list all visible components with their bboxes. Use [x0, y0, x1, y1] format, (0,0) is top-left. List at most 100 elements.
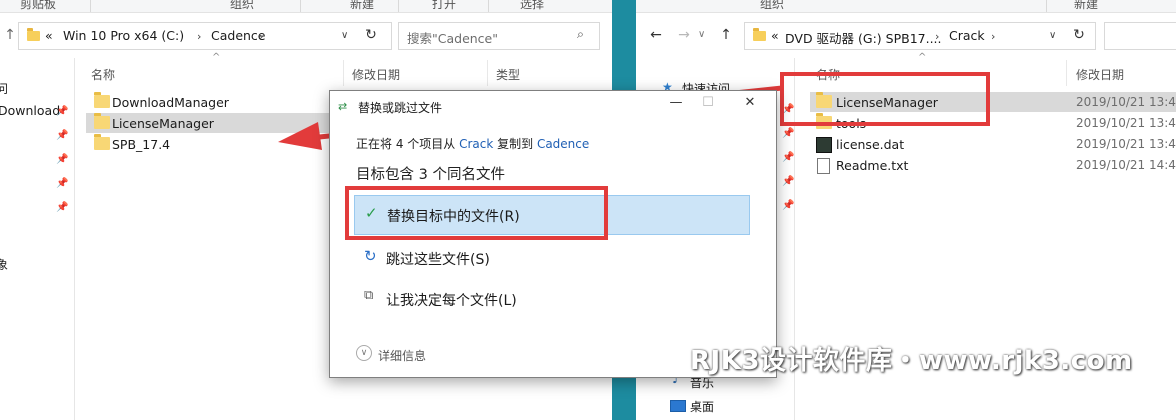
sidebar-item-objects[interactable]: 象	[0, 256, 8, 273]
highlight-box	[345, 186, 608, 240]
breadcrumb-chevron-icon[interactable]: ›	[991, 30, 995, 43]
right-navigation-bar: ← → ∨ ↑ « DVD 驱动器 (G:) SPB17.... › Crack…	[636, 13, 1176, 57]
ribbon-separator	[90, 0, 91, 12]
skip-files-option[interactable]: ↻ 跳过这些文件(S)	[354, 239, 748, 277]
file-name: LicenseManager	[112, 116, 214, 131]
history-dropdown-icon[interactable]: ∨	[1049, 30, 1056, 41]
right-address-bar[interactable]: « DVD 驱动器 (G:) SPB17.... › Crack › ∨ ↻	[744, 22, 1096, 50]
source-folder-link[interactable]: Crack	[459, 137, 493, 151]
progress-prefix: 正在将 4 个项目从	[356, 137, 460, 151]
recent-dropdown-icon[interactable]: ∨	[698, 29, 705, 40]
file-name: SPB_17.4	[112, 137, 171, 152]
expand-details-icon[interactable]: ∨	[356, 345, 372, 361]
breadcrumb-drive[interactable]: DVD 驱动器 (G:) SPB17....	[785, 28, 942, 47]
pin-icon[interactable]: 📌	[56, 178, 68, 189]
ribbon-separator	[300, 0, 301, 12]
folder-icon	[94, 113, 110, 129]
breadcrumb-chevron-icon[interactable]: ›	[259, 30, 263, 43]
address-overflow[interactable]: «	[45, 28, 53, 43]
breadcrumb-cadence[interactable]: Cadence	[211, 28, 266, 43]
ribbon-select[interactable]: 选择	[520, 0, 544, 12]
progress-middle: 复制到	[493, 137, 537, 151]
folder-icon	[94, 92, 110, 108]
up-arrow-icon[interactable]: ↑	[2, 27, 18, 43]
back-arrow-icon[interactable]: ←	[648, 27, 664, 43]
file-name: license.dat	[836, 137, 905, 152]
arrow-head	[278, 122, 322, 150]
highlight-box	[780, 72, 990, 126]
left-address-bar[interactable]: « Win 10 Pro x64 (C:) › Cadence › ∨ ↻	[18, 22, 392, 50]
search-input[interactable]: 搜索"Cadence" ⌕	[398, 22, 600, 50]
sidebar-item-download[interactable]: Download	[0, 103, 60, 118]
left-sidebar: 问 Download 📌 📌 📌 📌 📌 象	[0, 58, 75, 420]
breadcrumb-chevron-icon[interactable]: ›	[197, 30, 201, 43]
search-input[interactable]	[1104, 22, 1176, 50]
decide-each-option[interactable]: ⧉ 让我决定每个文件(L)	[354, 280, 748, 318]
sidebar-divider	[74, 58, 75, 420]
left-navigation-bar: ↑ « Win 10 Pro x64 (C:) › Cadence › ∨ ↻ …	[0, 13, 612, 57]
decide-icon: ⧉	[364, 288, 374, 303]
ribbon-separator	[398, 0, 399, 12]
ribbon-clipboard[interactable]: 剪贴板	[20, 0, 56, 12]
skip-icon: ↻	[364, 247, 377, 265]
search-placeholder: 搜索"Cadence"	[407, 31, 498, 46]
text-file-icon	[817, 158, 830, 174]
desktop-icon	[670, 400, 686, 412]
close-icon[interactable]: ✕	[740, 95, 760, 110]
breadcrumb-drive[interactable]: Win 10 Pro x64 (C:)	[63, 28, 184, 43]
decide-each-label: 让我决定每个文件(L)	[386, 293, 517, 309]
file-row[interactable]: Readme.txt 2019/10/21 14:40	[810, 155, 1176, 175]
pin-icon[interactable]: 📌	[56, 130, 68, 141]
breadcrumb-crack[interactable]: Crack	[949, 28, 985, 43]
pin-icon[interactable]: 📌	[56, 154, 68, 165]
forward-arrow-icon[interactable]: →	[676, 27, 692, 43]
sort-up-icon: ^	[212, 52, 221, 63]
pin-icon[interactable]: 📌	[782, 152, 794, 163]
pin-icon[interactable]: 📌	[782, 200, 794, 211]
ribbon-separator	[1046, 0, 1047, 12]
dialog-title: 替换或跳过文件	[358, 101, 443, 115]
more-details-link[interactable]: 详细信息	[378, 347, 426, 364]
pin-icon[interactable]: 📌	[56, 106, 68, 117]
file-date: 2019/10/21 14:40	[1076, 158, 1176, 172]
search-icon[interactable]: ⌕	[577, 26, 584, 42]
license-file-icon	[816, 137, 832, 153]
maximize-icon[interactable]: ☐	[698, 95, 718, 110]
column-separator[interactable]	[1066, 60, 1067, 86]
file-name: DownloadManager	[112, 95, 229, 110]
watermark-text: RJK3设计软件库・www.rjk3.com	[690, 346, 1133, 376]
file-date: 2019/10/21 13:41	[1076, 137, 1176, 151]
ribbon-organize[interactable]: 组织	[230, 0, 254, 12]
conflict-heading: 目标包含 3 个同名文件	[356, 167, 505, 183]
sort-up-icon: ^	[918, 52, 927, 63]
file-name: Readme.txt	[836, 158, 909, 173]
file-date: 2019/10/21 13:42	[1076, 116, 1176, 130]
refresh-icon[interactable]: ↻	[1071, 27, 1087, 43]
history-dropdown-icon[interactable]: ∨	[341, 30, 348, 41]
copy-icon: ⇄	[338, 100, 348, 113]
folder-icon	[753, 28, 766, 41]
destination-folder-link[interactable]: Cadence	[537, 137, 589, 151]
address-overflow[interactable]: «	[771, 28, 779, 43]
ribbon-open[interactable]: 打开	[432, 0, 456, 12]
column-modified[interactable]: 修改日期	[1076, 66, 1124, 83]
file-row[interactable]: license.dat 2019/10/21 13:41	[810, 134, 1176, 154]
left-ribbon: 剪贴板 组织 新建 打开 选择	[0, 0, 612, 13]
ribbon-separator	[488, 0, 489, 12]
up-arrow-icon[interactable]: ↑	[718, 27, 734, 43]
sidebar-item-desktop[interactable]: 桌面	[690, 398, 714, 415]
ribbon-new[interactable]: 新建	[1074, 0, 1098, 12]
pin-icon[interactable]: 📌	[782, 176, 794, 187]
ribbon-organize[interactable]: 组织	[760, 0, 784, 12]
sidebar-item-quick-access[interactable]: 问	[0, 80, 8, 97]
refresh-icon[interactable]: ↻	[363, 27, 379, 43]
minimize-icon[interactable]: —	[666, 95, 686, 110]
folder-icon	[27, 28, 40, 41]
column-name[interactable]: 名称	[91, 66, 115, 83]
breadcrumb-chevron-icon[interactable]: ›	[935, 30, 939, 43]
pin-icon[interactable]: 📌	[56, 202, 68, 213]
ribbon-new[interactable]: 新建	[350, 0, 374, 12]
file-date: 2019/10/21 13:42	[1076, 95, 1176, 109]
folder-icon	[94, 134, 110, 150]
copy-progress-text: 正在将 4 个项目从 Crack 复制到 Cadence	[356, 135, 589, 152]
